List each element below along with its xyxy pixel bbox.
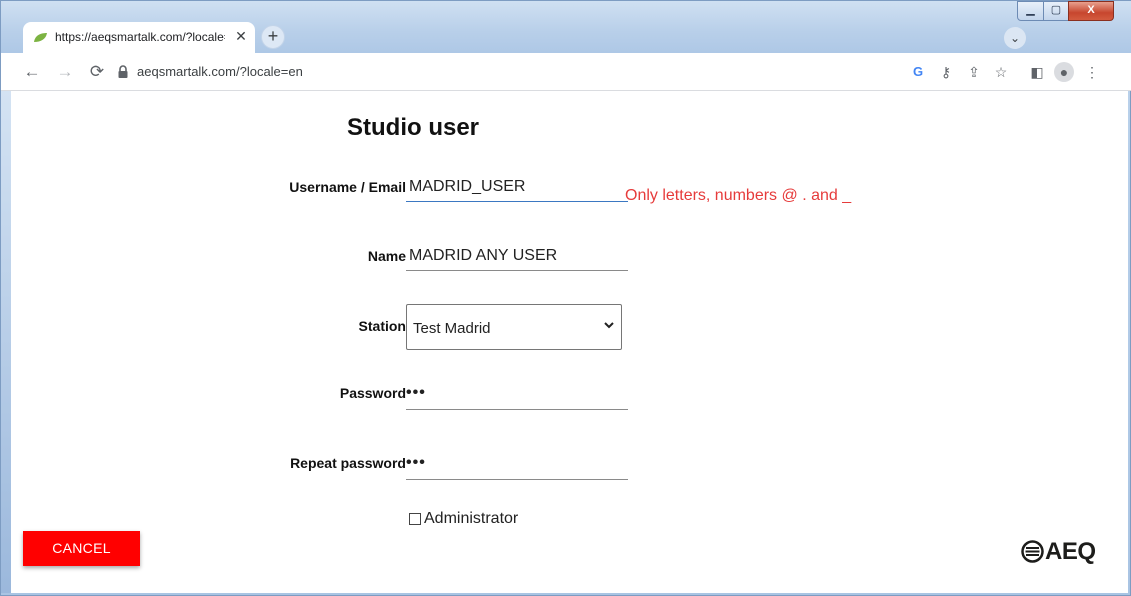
maximize-button[interactable]: ▢ <box>1043 1 1069 21</box>
leaf-favicon-icon <box>34 33 47 42</box>
administrator-checkbox[interactable] <box>409 513 421 525</box>
username-input[interactable] <box>406 172 628 202</box>
station-label: Station <box>358 318 406 334</box>
share-icon[interactable]: ⇪ <box>964 62 984 82</box>
lock-icon <box>118 65 128 78</box>
browser-tab[interactable]: https://aeqsmartalk.com/?locale= ✕ <box>23 22 255 53</box>
page-content: Studio user Username / Email Only letter… <box>11 91 1128 593</box>
browser-window: https://aeqsmartalk.com/?locale= ✕ + ⌄ ▁… <box>0 0 1131 596</box>
tab-strip: https://aeqsmartalk.com/?locale= ✕ + ⌄ ▁… <box>1 1 1131 53</box>
password-input[interactable]: ••• <box>406 380 628 410</box>
window-left-edge <box>1 91 11 593</box>
password-mask: ••• <box>406 384 426 401</box>
repeat-password-mask: ••• <box>406 454 426 471</box>
key-icon[interactable]: ⚷ <box>936 62 956 82</box>
close-window-button[interactable]: X <box>1068 1 1114 21</box>
profile-avatar-icon[interactable]: ● <box>1054 62 1074 82</box>
page-title: Studio user <box>347 114 480 141</box>
aeq-logo: AEQ <box>1021 537 1111 567</box>
url-text: aeqsmartalk.com/?locale=en <box>137 64 303 79</box>
aeq-logo-text: AEQ <box>1045 538 1096 565</box>
minimize-button[interactable]: ▁ <box>1017 1 1044 21</box>
chevron-down-icon <box>604 322 614 329</box>
browser-toolbar: ← → ⟳ aeqsmartalk.com/?locale=en G ⚷ ⇪ ☆… <box>1 53 1131 91</box>
address-bar[interactable]: aeqsmartalk.com/?locale=en <box>117 60 817 84</box>
back-arrow-icon[interactable]: ← <box>21 61 43 83</box>
station-select[interactable]: Test Madrid <box>406 304 622 350</box>
forward-arrow-icon[interactable]: → <box>54 61 76 83</box>
tab-title: https://aeqsmartalk.com/?locale= <box>55 30 225 44</box>
reload-icon[interactable]: ⟳ <box>86 61 108 83</box>
menu-kebab-icon[interactable]: ⋮ <box>1082 62 1102 82</box>
repeat-password-input[interactable]: ••• <box>406 450 628 480</box>
new-tab-button[interactable]: + <box>261 25 285 49</box>
side-panel-icon[interactable]: ◧ <box>1027 62 1047 82</box>
name-label: Name <box>367 248 406 264</box>
administrator-label[interactable]: Administrator <box>424 510 518 528</box>
username-error-message: Only letters, numbers @ . and _ <box>625 187 852 204</box>
google-icon[interactable]: G <box>908 62 928 82</box>
bookmark-star-icon[interactable]: ☆ <box>991 62 1011 82</box>
name-input[interactable] <box>406 241 628 271</box>
window-controls: ▁ ▢ X <box>1017 1 1125 21</box>
repeat-password-label: Repeat password <box>290 455 406 471</box>
aeq-logo-icon <box>1021 540 1044 563</box>
tab-search-icon[interactable]: ⌄ <box>1004 27 1026 49</box>
tab-close-icon[interactable]: ✕ <box>233 28 249 44</box>
username-label: Username / Email <box>289 179 406 195</box>
station-select-value: Test Madrid <box>413 320 491 337</box>
password-label: Password <box>339 385 406 401</box>
cancel-button[interactable]: CANCEL <box>23 531 140 566</box>
